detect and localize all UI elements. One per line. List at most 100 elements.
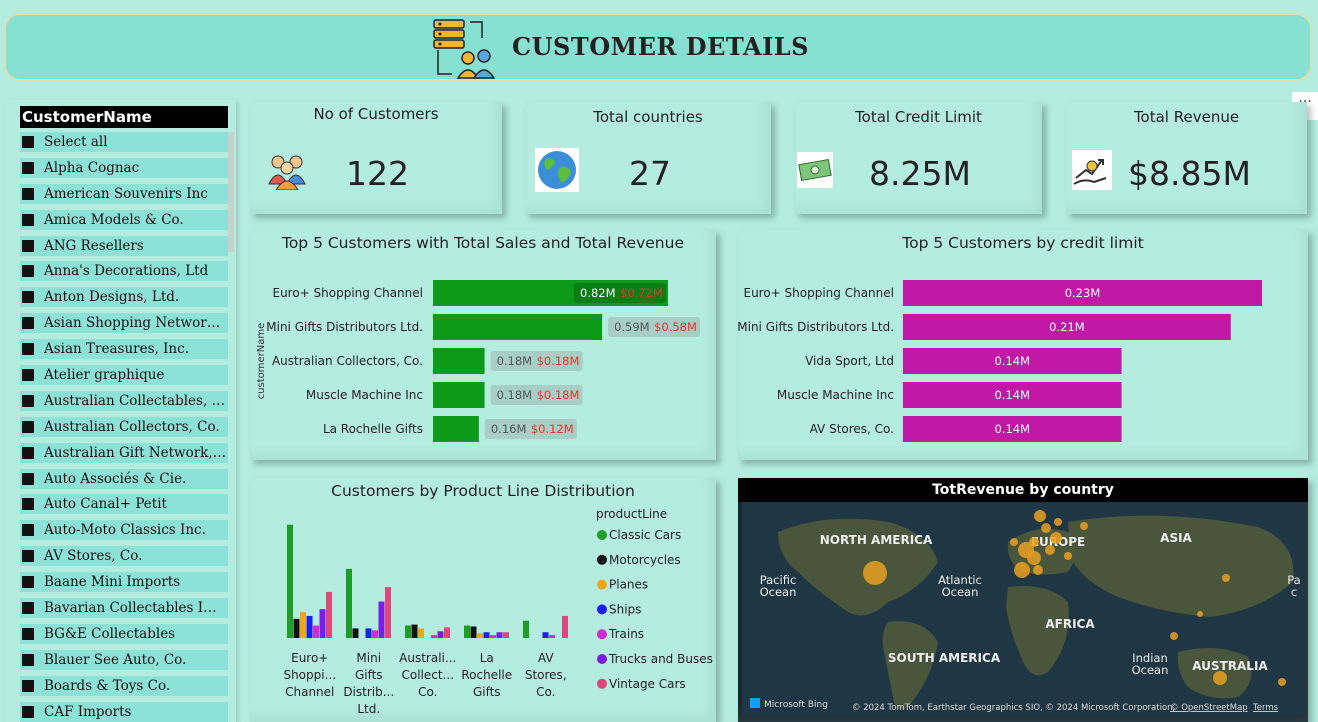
checkbox-icon[interactable]: [22, 472, 34, 485]
map-title: TotRevenue by country: [738, 478, 1308, 502]
checkbox-icon[interactable]: [22, 213, 34, 226]
legend-label: Classic Cars: [609, 528, 681, 542]
checkbox-icon[interactable]: [22, 602, 34, 615]
column-bar: [352, 628, 359, 638]
revenue-bubble: [1010, 538, 1018, 546]
revenue-value-label: $0.72M: [620, 286, 663, 300]
column-bar: [562, 615, 568, 638]
revenue-value-label: $0.58M: [654, 320, 697, 334]
microsoft-logo-icon: [750, 698, 760, 708]
checkbox-icon[interactable]: [22, 291, 34, 304]
slicer-item[interactable]: Boards & Toys Co.: [20, 675, 228, 696]
revenue-bubble: [1027, 551, 1041, 565]
slicer-item-label: CAF Imports: [44, 703, 132, 720]
checkbox-icon[interactable]: [22, 653, 34, 666]
globe-icon: [535, 148, 579, 192]
checkbox-icon[interactable]: [22, 498, 34, 511]
legend-label: Planes: [609, 578, 648, 592]
legend-marker: [597, 579, 607, 590]
category-label: Gifts: [473, 685, 501, 699]
slicer-item[interactable]: Auto Associés & Cie.: [20, 468, 228, 489]
slicer-item[interactable]: Australian Gift Network, Co: [20, 442, 228, 463]
slicer-item[interactable]: Auto Canal+ Petit: [20, 494, 228, 515]
credit-value-label: 0.21M: [1049, 320, 1085, 334]
slicer-item[interactable]: Asian Treasures, Inc.: [20, 339, 228, 360]
slicer-item[interactable]: Bavarian Collectables Impor...: [20, 598, 228, 619]
y-axis-label: customerName: [256, 323, 267, 400]
checkbox-icon[interactable]: [22, 343, 34, 356]
legend-label: Trucks and Buses: [608, 652, 713, 666]
column-bar: [405, 625, 411, 638]
checkbox-icon[interactable]: [22, 627, 34, 640]
column-bar: [503, 632, 509, 638]
kpi-card-credit-limit: Total Credit Limit 8.25M: [795, 102, 1042, 214]
revenue-bubble: [1197, 611, 1203, 617]
checkbox-icon[interactable]: [22, 265, 34, 278]
sales-value-label: 0.18M: [497, 354, 533, 368]
slicer-item[interactable]: Blauer See Auto, Co.: [20, 649, 228, 670]
slicer-scrollbar[interactable]: [228, 132, 234, 252]
slicer-item-label: Asian Shopping Network, Co: [44, 315, 228, 332]
revenue-bubble: [1064, 552, 1072, 560]
slicer-item[interactable]: AV Stores, Co.: [20, 546, 228, 567]
checkbox-icon[interactable]: [22, 161, 34, 174]
slicer-item[interactable]: Australian Collectors, Co.: [20, 416, 228, 437]
slicer-item[interactable]: Alpha Cognac: [20, 157, 228, 178]
slicer-item-label: Bavarian Collectables Impor...: [44, 600, 228, 617]
slicer-item-label: Auto Canal+ Petit: [44, 496, 167, 513]
slicer-title: CustomerName: [20, 106, 228, 128]
slicer-item[interactable]: Atelier graphique: [20, 365, 228, 386]
column-bar: [306, 615, 313, 638]
revenue-value-label: $0.12M: [531, 422, 574, 436]
slicer-item[interactable]: ANG Resellers: [20, 235, 228, 256]
category-label: Australian Collectors, Co.: [272, 354, 423, 368]
column-bar: [496, 632, 503, 638]
map-label: Ocean: [942, 585, 979, 599]
revenue-bubble: [1034, 510, 1046, 522]
checkbox-icon[interactable]: [22, 524, 34, 537]
slicer-item[interactable]: BG&E Collectables: [20, 623, 228, 644]
slicer-item[interactable]: Baane Mini Imports: [20, 572, 228, 593]
product-line-svg: Euro+ Shoppi... Channel Mini Gifts Distrib...…: [283, 507, 713, 716]
kpi-title: Total Revenue: [1133, 108, 1240, 126]
slicer-item[interactable]: Australian Collectables, Ltd: [20, 390, 228, 411]
legend-label: Trains: [608, 627, 644, 641]
category-label: Stores,: [525, 668, 567, 682]
slicer-item[interactable]: CAF Imports: [20, 701, 228, 722]
sales-bar: [433, 348, 485, 374]
slicer-item[interactable]: Amica Models & Co.: [20, 209, 228, 230]
sales-bar: [433, 382, 485, 408]
checkbox-icon[interactable]: [22, 576, 34, 589]
checkbox-icon[interactable]: [22, 420, 34, 433]
checkbox-icon[interactable]: [22, 679, 34, 692]
category-label: La Rochelle Gifts: [323, 422, 423, 436]
slicer-item[interactable]: American Souvenirs Inc: [20, 183, 228, 204]
category-label: AV Stores, Co.: [810, 422, 894, 436]
checkbox-icon[interactable]: [22, 394, 34, 407]
column-bar: [431, 635, 437, 638]
slicer-item[interactable]: Anton Designs, Ltd.: [20, 287, 228, 308]
checkbox-icon[interactable]: [22, 136, 34, 148]
column-bar: [523, 620, 529, 638]
checkbox-icon[interactable]: [22, 239, 34, 252]
slicer-item[interactable]: Select all: [20, 132, 228, 152]
slicer-item-label: Baane Mini Imports: [44, 574, 181, 591]
checkbox-icon[interactable]: [22, 369, 34, 382]
top5-credit-limit-chart: Top 5 Customers by credit limit Euro+ Sh…: [738, 230, 1308, 460]
checkbox-icon[interactable]: [22, 705, 34, 718]
checkbox-icon[interactable]: [22, 446, 34, 459]
slicer-item[interactable]: Anna's Decorations, Ltd: [20, 261, 228, 282]
customer-database-icon: [433, 19, 496, 79]
checkbox-icon[interactable]: [22, 550, 34, 563]
revenue-icon: [1072, 150, 1112, 190]
revenue-map[interactable]: TotRevenue by country NORTH AMERICAEUROP…: [738, 478, 1308, 722]
kpi-title: No of Customers: [313, 105, 439, 123]
map-label: SOUTH AMERICA: [888, 651, 1001, 665]
slicer-item-label: Auto-Moto Classics Inc.: [44, 522, 206, 539]
slicer-item[interactable]: Auto-Moto Classics Inc.: [20, 520, 228, 541]
slicer-item[interactable]: Asian Shopping Network, Co: [20, 313, 228, 334]
world-map[interactable]: NORTH AMERICAEUROPEASIAPacificOceanAtlan…: [738, 502, 1308, 722]
checkbox-icon[interactable]: [22, 317, 34, 330]
column-bar: [418, 628, 424, 638]
checkbox-icon[interactable]: [22, 187, 34, 200]
